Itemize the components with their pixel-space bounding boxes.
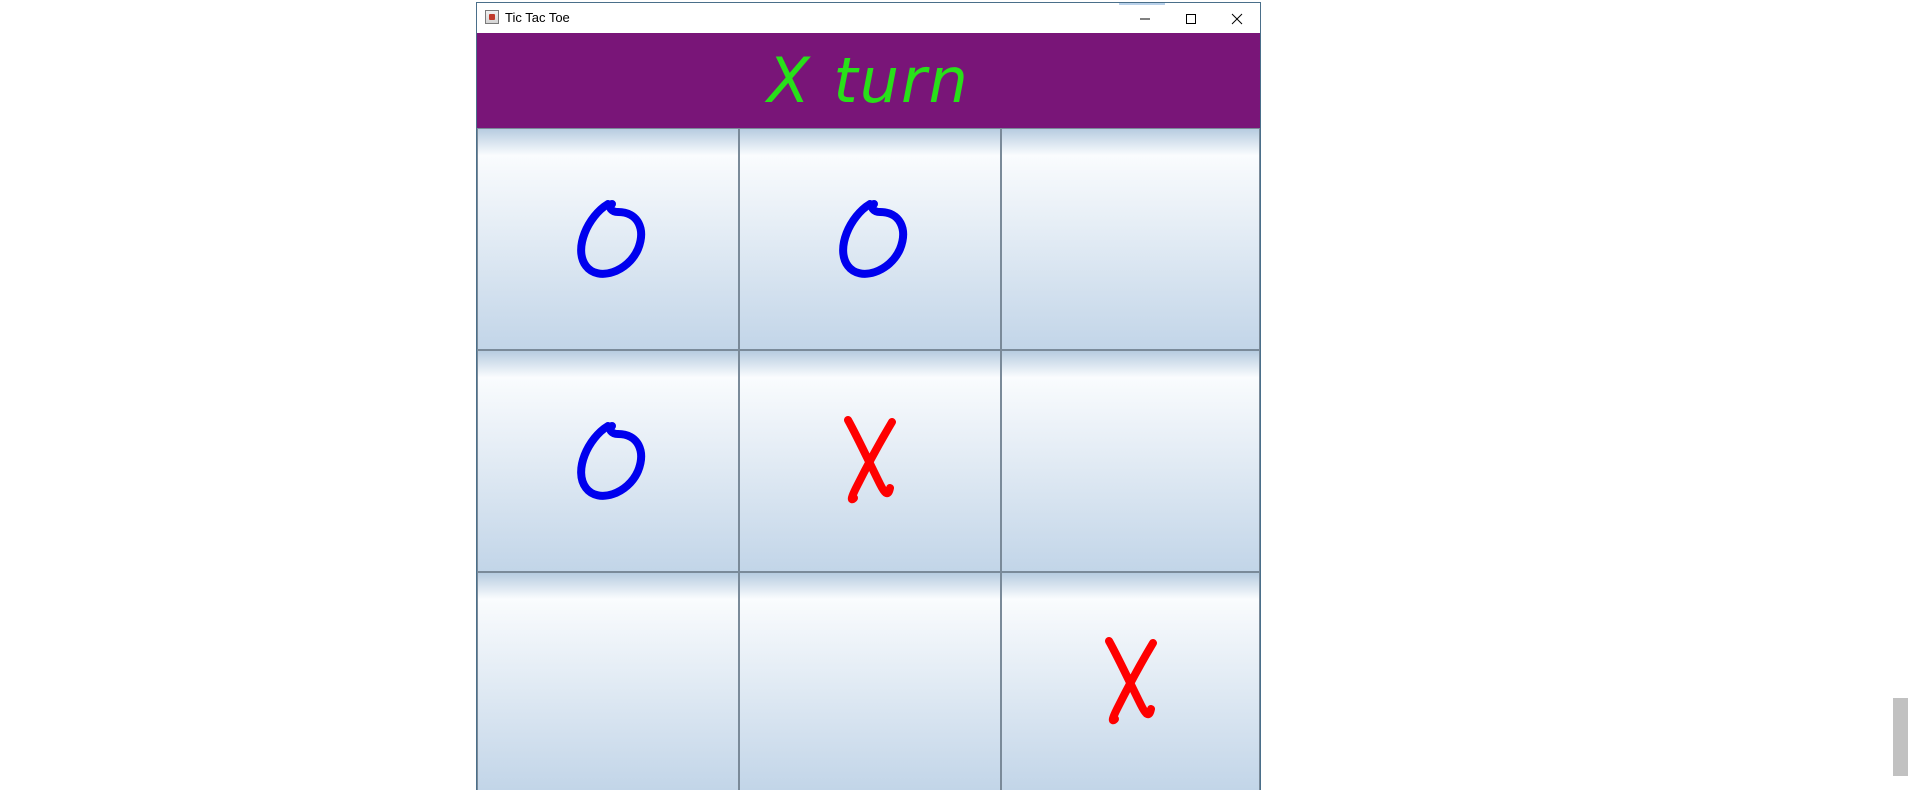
board-cell[interactable] [739,350,1001,572]
o-mark [839,200,908,278]
board-cell[interactable] [739,128,1001,350]
close-icon [1231,13,1243,25]
board-cell[interactable] [1001,572,1260,790]
turn-label: X turn [767,44,970,117]
board-cell[interactable] [477,128,739,350]
java-app-icon[interactable] [485,10,499,24]
window-title: Tic Tac Toe [505,10,570,25]
board-cell[interactable] [1001,128,1260,350]
minimize-icon [1140,18,1150,20]
title-bar[interactable]: Tic Tac Toe [477,3,1260,33]
maximize-icon [1186,14,1196,24]
scrollbar-thumb[interactable] [1893,698,1908,776]
tic-tac-toe-window: Tic Tac Toe X turn [476,2,1261,790]
close-button[interactable] [1214,3,1260,33]
x-mark [1104,636,1157,724]
board-cell[interactable] [477,572,739,790]
board-cell[interactable] [1001,350,1260,572]
game-board [477,128,1260,790]
o-mark [577,200,646,278]
o-mark [577,422,646,500]
turn-banner: X turn [477,33,1260,128]
minimize-button[interactable] [1122,3,1168,33]
x-mark [844,416,896,504]
board-cell[interactable] [739,572,1001,790]
maximize-button[interactable] [1168,3,1214,33]
board-cell[interactable] [477,350,739,572]
